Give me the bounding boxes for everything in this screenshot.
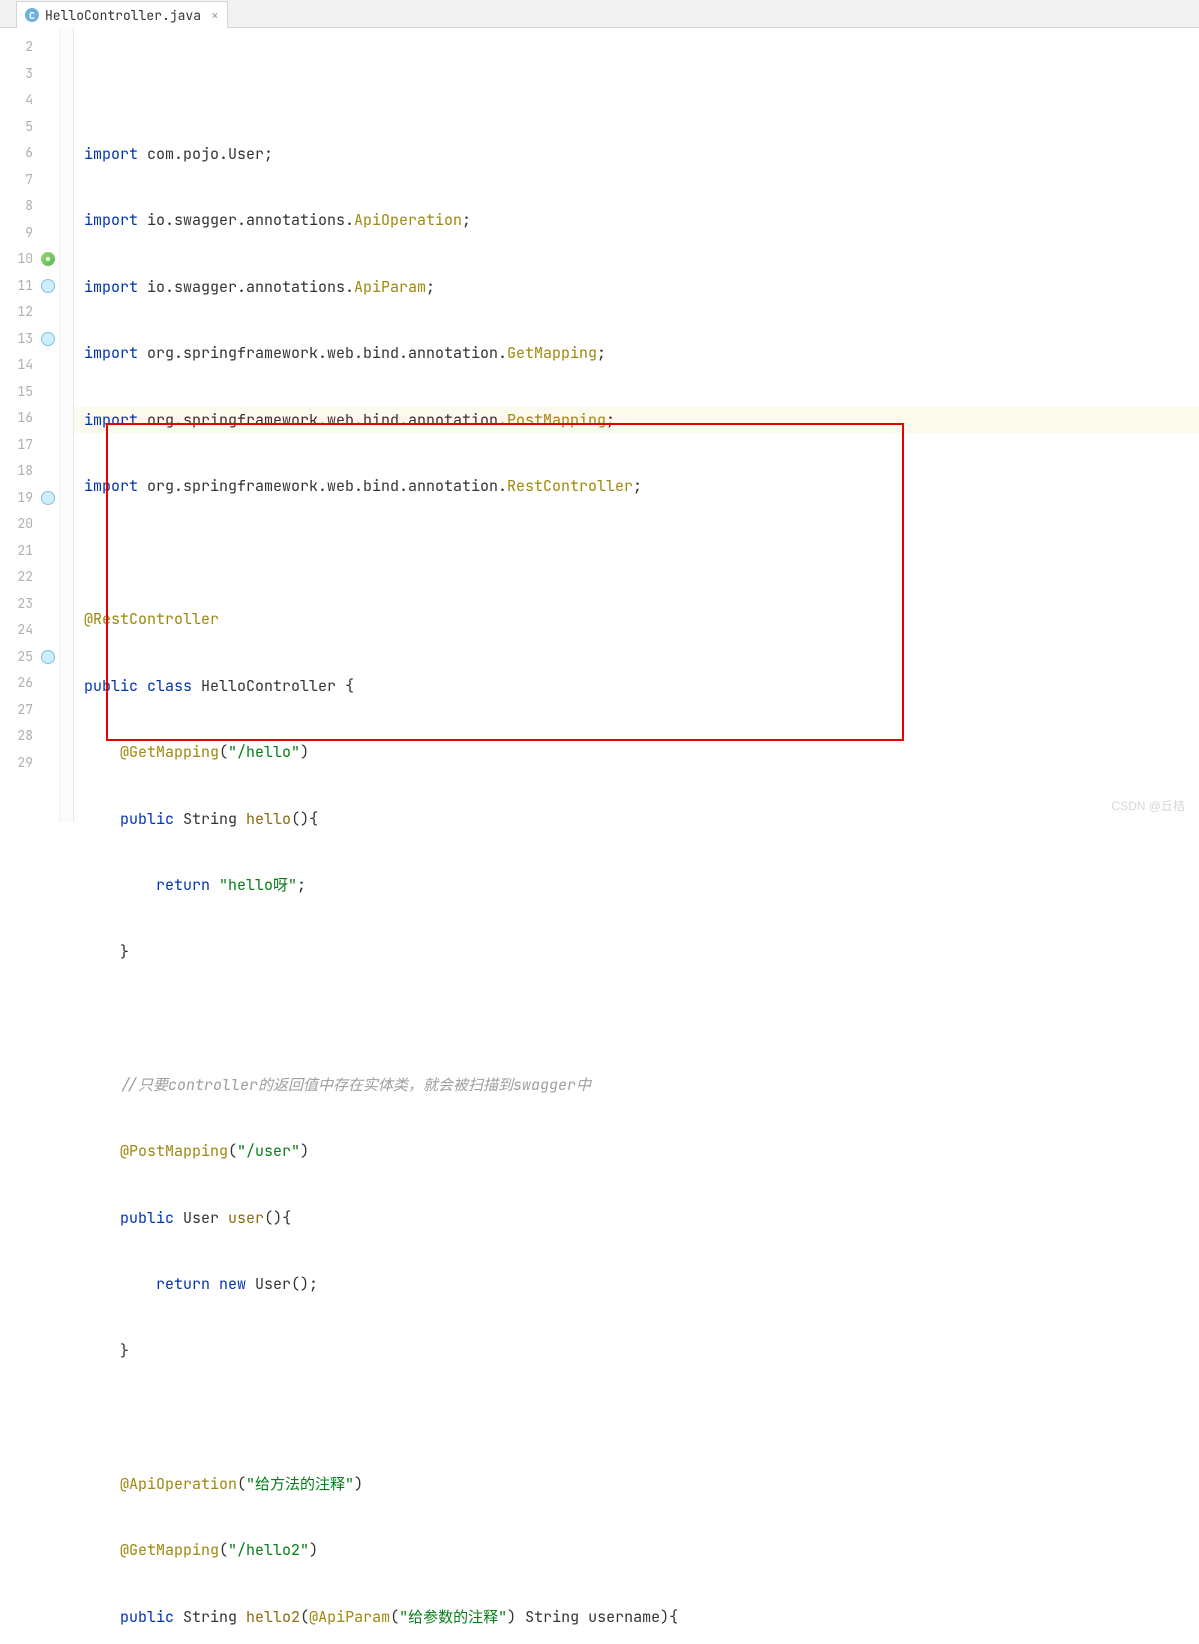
line-number: 25 — [0, 644, 59, 671]
line-number: 21 — [0, 538, 59, 565]
code-line: import org.springframework.web.bind.anno… — [74, 407, 1199, 434]
code-line: return "hello呀"; — [74, 872, 1199, 899]
line-number: 2 — [0, 34, 59, 61]
editor: 2345678910111213141516171819202122232425… — [0, 28, 1199, 822]
code-line: public User user(){ — [74, 1205, 1199, 1232]
code-area[interactable]: import com.pojo.User; import io.swagger.… — [74, 28, 1199, 822]
close-icon[interactable]: × — [211, 7, 219, 24]
line-number: 17 — [0, 432, 59, 459]
line-number: 20 — [0, 511, 59, 538]
line-number: 8 — [0, 193, 59, 220]
line-number: 27 — [0, 697, 59, 724]
code-line: public class HelloController { — [74, 673, 1199, 700]
line-number: 11 — [0, 273, 59, 300]
code-line: import org.springframework.web.bind.anno… — [74, 473, 1199, 500]
line-number: 12 — [0, 299, 59, 326]
code-line: @RestController — [74, 606, 1199, 633]
code-line: public String hello(){ — [74, 806, 1199, 833]
code-line — [74, 540, 1199, 567]
line-number: 23 — [0, 591, 59, 618]
line-number: 24 — [0, 617, 59, 644]
fold-gutter — [60, 28, 74, 822]
line-number: 14 — [0, 352, 59, 379]
code-line: @ApiOperation("给方法的注释") — [74, 1471, 1199, 1498]
line-number: 15 — [0, 379, 59, 406]
line-number: 19 — [0, 485, 59, 512]
line-number: 26 — [0, 670, 59, 697]
method-link-icon[interactable] — [41, 491, 55, 505]
method-link-icon[interactable] — [41, 279, 55, 293]
line-number: 10 — [0, 246, 59, 273]
code-line: import org.springframework.web.bind.anno… — [74, 340, 1199, 367]
code-line: return new User(); — [74, 1271, 1199, 1298]
line-number: 29 — [0, 750, 59, 777]
code-line: @GetMapping("/hello") — [74, 739, 1199, 766]
tab-bar: C HelloController.java × — [0, 0, 1199, 28]
code-line: import io.swagger.annotations.ApiParam; — [74, 274, 1199, 301]
line-number: 5 — [0, 114, 59, 141]
line-number: 9 — [0, 220, 59, 247]
line-number: 18 — [0, 458, 59, 485]
line-number: 16 — [0, 405, 59, 432]
code-line: @PostMapping("/user") — [74, 1138, 1199, 1165]
file-tab[interactable]: C HelloController.java × — [16, 1, 228, 28]
code-line: } — [74, 1338, 1199, 1365]
tab-file-name: HelloController.java — [45, 7, 201, 24]
code-line: @GetMapping("/hello2") — [74, 1537, 1199, 1564]
line-gutter: 2345678910111213141516171819202122232425… — [0, 28, 60, 822]
code-line — [74, 1404, 1199, 1431]
line-number: 6 — [0, 140, 59, 167]
line-number: 28 — [0, 723, 59, 750]
code-line — [74, 1005, 1199, 1032]
java-class-icon: C — [25, 8, 39, 22]
line-number: 13 — [0, 326, 59, 353]
code-line: public String hello2(@ApiParam("给参数的注释")… — [74, 1604, 1199, 1631]
line-number: 3 — [0, 61, 59, 88]
line-number: 22 — [0, 564, 59, 591]
code-line — [74, 74, 1199, 101]
code-line: //只要controller的返回值中存在实体类，就会被扫描到swagger中 — [74, 1072, 1199, 1099]
code-line: import io.swagger.annotations.ApiOperati… — [74, 207, 1199, 234]
line-number: 7 — [0, 167, 59, 194]
line-number: 4 — [0, 87, 59, 114]
method-link-icon[interactable] — [41, 332, 55, 346]
watermark: CSDN @丘桔 — [1111, 797, 1185, 814]
code-line: } — [74, 939, 1199, 966]
spring-leaf-icon[interactable] — [41, 252, 55, 266]
code-line: import com.pojo.User; — [74, 141, 1199, 168]
method-link-icon[interactable] — [41, 650, 55, 664]
